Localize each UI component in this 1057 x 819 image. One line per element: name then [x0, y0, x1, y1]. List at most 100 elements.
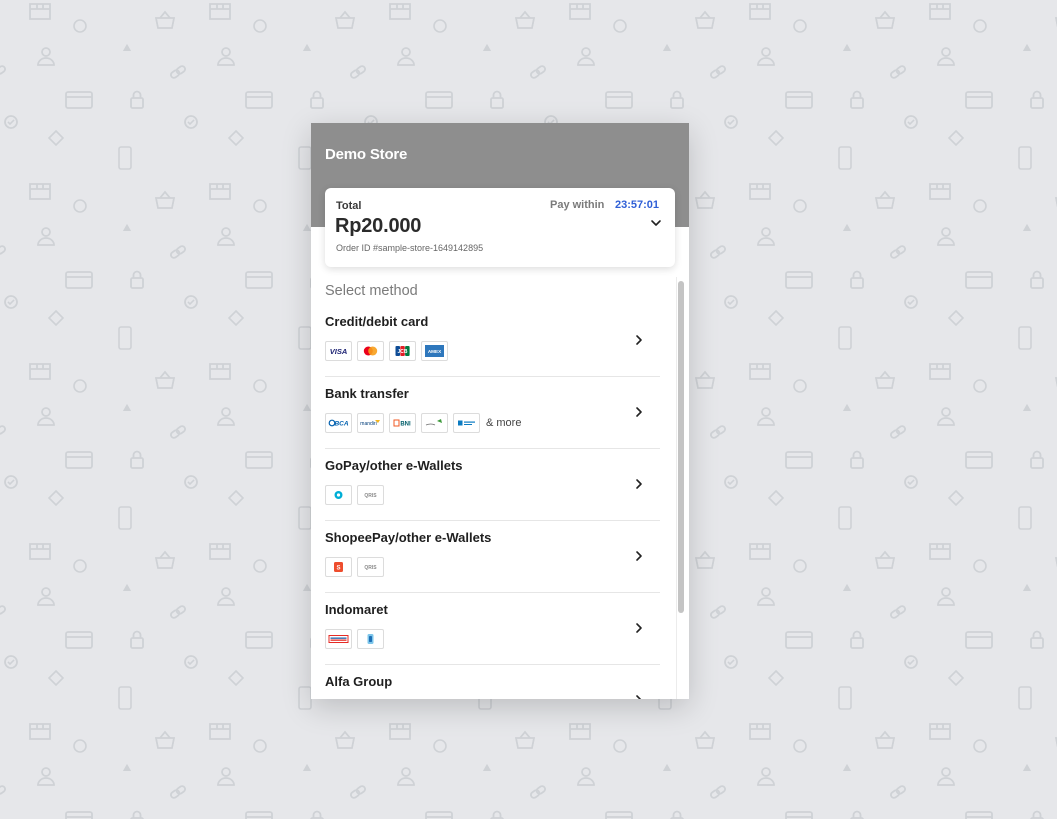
- background-link-icon: [710, 65, 726, 79]
- scrollbar-thumb[interactable]: [678, 281, 684, 613]
- background-card-icon: [65, 811, 93, 819]
- background-lock-icon: [1030, 90, 1044, 109]
- method-bank-transfer[interactable]: Bank transfer BCA mandiri BNI & more: [325, 377, 660, 449]
- background-user-icon: [217, 587, 235, 606]
- more-banks-text: & more: [486, 417, 522, 429]
- background-card-icon: [245, 91, 273, 109]
- background-lock-icon: [850, 270, 864, 289]
- background-user-icon: [937, 587, 955, 606]
- mastercard-logo: [357, 341, 384, 361]
- background-check-icon: [904, 115, 918, 129]
- background-diamond-icon: [767, 669, 785, 687]
- background-tri-icon: [303, 404, 311, 411]
- method-name: Credit/debit card: [325, 314, 429, 329]
- chevron-right-icon: [636, 479, 642, 489]
- background-store-icon: [569, 3, 591, 20]
- chevron-right-icon: [636, 551, 642, 561]
- bca-logo: BCA: [325, 413, 352, 433]
- background-basket-icon: [695, 190, 715, 209]
- background-store-icon: [929, 543, 951, 560]
- store-name: Demo Store: [325, 146, 408, 163]
- pay-within-label: Pay within: [550, 199, 605, 211]
- chevron-right-icon: [636, 407, 642, 417]
- method-indomaret[interactable]: Indomaret: [325, 593, 660, 665]
- background-store-icon: [209, 723, 231, 740]
- background-lock-icon: [130, 270, 144, 289]
- total-label: Total: [336, 200, 362, 212]
- total-amount: Rp20.000: [335, 215, 422, 237]
- background-store-icon: [749, 183, 771, 200]
- background-circle-icon: [793, 19, 807, 33]
- background-basket-icon: [875, 190, 895, 209]
- method-gopay[interactable]: GoPay/other e-Wallets QRIS: [325, 449, 660, 521]
- background-link-icon: [710, 245, 726, 259]
- background-store-icon: [29, 183, 51, 200]
- background-tri-icon: [303, 584, 311, 591]
- order-summary-card[interactable]: Total Rp20.000 Order ID #sample-store-16…: [325, 188, 675, 267]
- background-check-icon: [184, 655, 198, 669]
- background-circle-icon: [73, 739, 87, 753]
- background-diamond-icon: [227, 489, 245, 507]
- amex-text: AMEX: [428, 349, 442, 354]
- background-phone-icon: [298, 506, 312, 530]
- background-circle-icon: [73, 199, 87, 213]
- background-card-icon: [785, 811, 813, 819]
- background-basket-icon: [155, 10, 175, 29]
- background-lock-icon: [310, 810, 324, 819]
- background-basket-icon: [335, 10, 355, 29]
- background-tri-icon: [1023, 44, 1031, 51]
- background-link-icon: [170, 65, 186, 79]
- background-card-icon: [65, 91, 93, 109]
- background-tri-icon: [843, 764, 851, 771]
- background-basket-icon: [515, 10, 535, 29]
- background-diamond-icon: [947, 309, 965, 327]
- background-lock-icon: [1030, 810, 1044, 819]
- background-user-icon: [937, 47, 955, 66]
- background-user-icon: [577, 767, 595, 786]
- background-lock-icon: [130, 270, 144, 289]
- qris-logo: QRIS: [357, 485, 384, 505]
- jcb-text: JCB: [397, 349, 407, 355]
- background-circle-icon: [793, 199, 807, 213]
- background-store-icon: [389, 3, 411, 20]
- chevron-down-icon[interactable]: [650, 217, 662, 229]
- qris-text: QRIS: [364, 565, 377, 571]
- method-shopeepay[interactable]: ShopeePay/other e-Wallets S QRIS: [325, 521, 660, 593]
- background-tri-icon: [123, 764, 131, 771]
- method-credit-card[interactable]: Credit/debit card VISA JCB AMEX: [325, 305, 660, 377]
- background-tri-icon: [483, 44, 491, 51]
- background-diamond-icon: [767, 129, 785, 147]
- background-diamond-icon: [227, 309, 245, 327]
- background-link-icon: [0, 425, 6, 439]
- background-store-icon: [569, 723, 591, 740]
- background-lock-icon: [130, 450, 144, 469]
- background-lock-icon: [850, 90, 864, 109]
- background-store-icon: [749, 543, 771, 560]
- background-phone-icon: [838, 146, 852, 170]
- background-link-icon: [890, 65, 906, 79]
- background-store-icon: [209, 363, 231, 380]
- background-store-icon: [929, 723, 951, 740]
- background-diamond-icon: [47, 129, 65, 147]
- background-link-icon: [890, 605, 906, 619]
- background-card-icon: [785, 91, 813, 109]
- background-circle-icon: [433, 739, 447, 753]
- background-diamond-icon: [227, 129, 245, 147]
- method-logos: QRIS: [325, 484, 389, 506]
- background-lock-icon: [130, 450, 144, 469]
- background-store-icon: [209, 543, 231, 560]
- background-check-icon: [184, 115, 198, 129]
- background-card-icon: [785, 451, 813, 469]
- background-lock-icon: [670, 90, 684, 109]
- background-circle-icon: [253, 559, 267, 573]
- background-basket-icon: [695, 730, 715, 749]
- background-basket-icon: [875, 550, 895, 569]
- method-list-scrollbar[interactable]: [676, 277, 687, 699]
- background-lock-icon: [1030, 450, 1044, 469]
- qris-text: QRIS: [364, 493, 377, 499]
- background-store-icon: [29, 3, 51, 20]
- method-alfa-group[interactable]: Alfa Group: [325, 665, 660, 699]
- payment-modal: Demo Store Total Rp20.000 Order ID #samp…: [311, 123, 689, 699]
- background-card-icon: [605, 811, 633, 819]
- background-store-icon: [389, 723, 411, 740]
